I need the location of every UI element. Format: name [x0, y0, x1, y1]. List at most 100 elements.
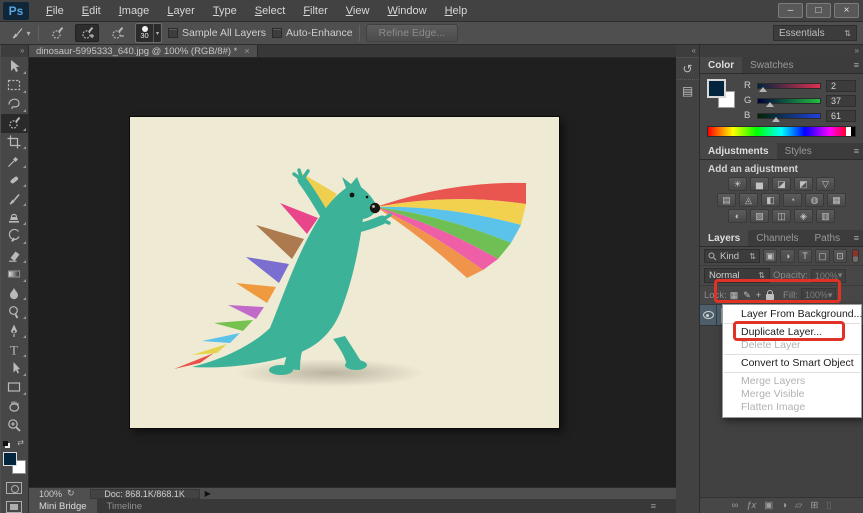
- menu-help[interactable]: Help: [436, 2, 477, 20]
- history-brush-tool[interactable]: [1, 227, 28, 246]
- black-white-icon[interactable]: ◧: [761, 193, 780, 207]
- eyedropper-tool[interactable]: [1, 151, 28, 170]
- eraser-tool[interactable]: [1, 246, 28, 265]
- color-lookup-icon[interactable]: ▦: [827, 193, 846, 207]
- type-tool[interactable]: T: [1, 340, 28, 359]
- tab-color[interactable]: Color: [700, 57, 743, 73]
- filter-kind-select[interactable]: Kind ⇅: [704, 249, 760, 263]
- tab-styles[interactable]: Styles: [777, 143, 820, 159]
- tab-mini-bridge[interactable]: Mini Bridge: [29, 499, 97, 513]
- menu-file[interactable]: File: [37, 2, 73, 20]
- layer-visibility-toggle[interactable]: [700, 305, 717, 325]
- path-selection-tool[interactable]: [1, 359, 28, 378]
- zoom-level-field[interactable]: 100%: [39, 489, 62, 499]
- brightness-contrast-icon[interactable]: ☀: [728, 177, 747, 191]
- default-colors-icon[interactable]: [3, 440, 8, 446]
- menu-image[interactable]: Image: [110, 2, 159, 20]
- new-adjustment-layer-icon[interactable]: ◑: [781, 500, 787, 511]
- spot-healing-brush-tool[interactable]: [1, 170, 28, 189]
- tab-channels[interactable]: Channels: [748, 230, 806, 246]
- pen-tool[interactable]: [1, 321, 28, 340]
- filter-smart-objects-icon[interactable]: ⊡: [832, 249, 848, 263]
- canvas-pasteboard[interactable]: [29, 58, 676, 487]
- black-chip[interactable]: [851, 127, 855, 136]
- layer-style-icon[interactable]: ƒx: [746, 500, 756, 511]
- move-tool[interactable]: [1, 57, 28, 76]
- exposure-icon[interactable]: ◩: [794, 177, 813, 191]
- hue-saturation-icon[interactable]: ▤: [717, 193, 736, 207]
- menu-edit[interactable]: Edit: [73, 2, 110, 20]
- open-document-canvas[interactable]: [130, 117, 559, 428]
- menu-item-layer-from-background[interactable]: Layer From Background...: [723, 308, 862, 321]
- new-group-icon[interactable]: ▱: [795, 500, 802, 511]
- blue-value-field[interactable]: 61: [826, 109, 856, 122]
- panel-menu-icon[interactable]: ≡: [849, 230, 863, 246]
- document-tab[interactable]: dinosaur-5995333_640.jpg @ 100% (RGB/8#)…: [29, 45, 258, 57]
- panel-menu-icon[interactable]: ≡: [849, 57, 863, 73]
- filtering-toggle[interactable]: [852, 249, 859, 263]
- gradient-tool[interactable]: [1, 265, 28, 284]
- sample-all-layers-option[interactable]: Sample All Layers: [168, 27, 266, 39]
- quick-mask-button[interactable]: [6, 482, 22, 495]
- filter-pixel-layers-icon[interactable]: ▣: [762, 249, 778, 263]
- filter-shape-layers-icon[interactable]: ▢: [815, 249, 830, 263]
- posterize-icon[interactable]: ▨: [750, 209, 769, 223]
- threshold-icon[interactable]: ◫: [772, 209, 791, 223]
- blue-slider[interactable]: [757, 112, 821, 122]
- link-layers-icon[interactable]: ∞: [731, 500, 738, 511]
- crop-tool[interactable]: [1, 133, 28, 152]
- foreground-color-swatch[interactable]: [707, 79, 726, 98]
- properties-panel-icon[interactable]: ▤: [676, 79, 699, 101]
- color-balance-icon[interactable]: ◬: [739, 193, 758, 207]
- close-button[interactable]: ×: [834, 3, 859, 18]
- workspace-switcher[interactable]: Essentials ⇅: [773, 25, 857, 41]
- swap-colors-icon[interactable]: ⇄: [17, 438, 24, 447]
- dodge-tool[interactable]: [1, 302, 28, 321]
- channel-mixer-icon[interactable]: ◍: [805, 193, 824, 207]
- tab-timeline[interactable]: Timeline: [97, 499, 153, 513]
- sample-all-layers-checkbox[interactable]: [168, 28, 178, 38]
- document-size-info[interactable]: Doc: 868.1K/868.1K: [89, 488, 200, 499]
- marquee-tool[interactable]: [1, 76, 28, 95]
- blur-tool[interactable]: [1, 284, 28, 303]
- menu-layer[interactable]: Layer: [158, 2, 204, 20]
- auto-enhance-checkbox[interactable]: [272, 28, 283, 38]
- photo-filter-icon[interactable]: ◔: [783, 193, 802, 207]
- green-slider[interactable]: [757, 97, 821, 107]
- quick-selection-new-button[interactable]: [45, 24, 69, 42]
- panel-menu-icon[interactable]: ≡: [651, 499, 656, 513]
- rectangle-shape-tool[interactable]: [1, 378, 28, 397]
- foreground-color-swatch[interactable]: [2, 452, 17, 467]
- auto-enhance-option[interactable]: Auto-Enhance: [272, 27, 353, 39]
- invert-icon[interactable]: ◐: [728, 209, 747, 223]
- lasso-tool[interactable]: [1, 95, 28, 114]
- status-options-arrow-icon[interactable]: ▶: [205, 489, 211, 498]
- clone-stamp-tool[interactable]: [1, 208, 28, 227]
- menu-view[interactable]: View: [337, 2, 379, 20]
- quick-selection-subtract-button[interactable]: [105, 24, 129, 42]
- red-slider[interactable]: [757, 82, 821, 92]
- zoom-tool[interactable]: [1, 416, 28, 435]
- tab-layers[interactable]: Layers: [700, 230, 749, 246]
- expand-panels-icon[interactable]: «: [676, 45, 699, 57]
- levels-icon[interactable]: ▅: [750, 177, 769, 191]
- gradient-map-icon[interactable]: ▥: [816, 209, 835, 223]
- tab-paths[interactable]: Paths: [807, 230, 849, 246]
- filter-type-layers-icon[interactable]: T: [797, 249, 813, 263]
- menu-filter[interactable]: Filter: [294, 2, 336, 20]
- tab-adjustments[interactable]: Adjustments: [700, 143, 777, 159]
- filter-adjustment-layers-icon[interactable]: ◑: [780, 249, 795, 263]
- selective-color-icon[interactable]: ◈: [794, 209, 813, 223]
- collapse-tools-icon[interactable]: »: [0, 45, 28, 57]
- new-layer-icon[interactable]: ⊞: [810, 500, 818, 511]
- tab-swatches[interactable]: Swatches: [742, 57, 801, 73]
- delete-layer-icon[interactable]: ▯: [826, 500, 831, 511]
- collapse-panels-icon[interactable]: »: [700, 45, 863, 57]
- hand-tool[interactable]: [1, 397, 28, 416]
- curves-icon[interactable]: ◪: [772, 177, 791, 191]
- menu-window[interactable]: Window: [378, 2, 435, 20]
- green-value-field[interactable]: 37: [826, 94, 856, 107]
- maximize-button[interactable]: □: [806, 3, 831, 18]
- brush-size-picker[interactable]: 30 ▾: [135, 23, 162, 43]
- brush-tool[interactable]: [1, 189, 28, 208]
